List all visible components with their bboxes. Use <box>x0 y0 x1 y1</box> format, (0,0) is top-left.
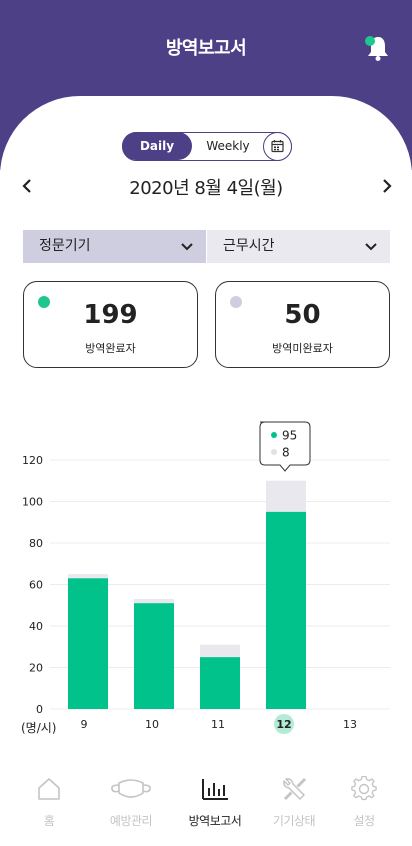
y-tick-label: 0 <box>36 703 43 716</box>
tooltip-completed-dot <box>271 432 277 438</box>
completed-label: 방역완료자 <box>85 342 136 355</box>
gear-icon <box>351 776 377 801</box>
home-icon <box>38 778 60 800</box>
completed-card[interactable]: 199 방역완료자 <box>23 281 198 368</box>
hourly-bar-chart: 0 20 40 60 80 100 120 9 10 11 12 13 (명/시) 95 8 <box>21 421 390 735</box>
y-tick-label: 60 <box>29 579 43 592</box>
tooltip-incomplete-value: 8 <box>282 446 290 460</box>
chevron-down-icon <box>181 243 193 251</box>
mask-icon <box>111 779 151 798</box>
tab-report-label: 방역보고서 <box>188 814 242 828</box>
device-select-value: 정문기기 <box>39 238 91 254</box>
x-tick-label: 9 <box>81 718 88 731</box>
bar-completed <box>266 511 306 709</box>
x-tick-label: 10 <box>145 718 159 731</box>
date-label: 2020년 8월 4일(월) <box>129 178 283 199</box>
weekly-tab[interactable]: Weekly <box>195 133 261 159</box>
bar-incomplete <box>134 599 174 604</box>
tooltip-incomplete-dot <box>271 449 277 455</box>
y-tick-label: 80 <box>29 537 43 550</box>
x-tick-label: 12 <box>276 718 291 731</box>
tooltip-completed-value: 95 <box>282 429 297 443</box>
incomplete-card[interactable]: 50 방역미완료자 <box>215 281 390 368</box>
daily-tab[interactable]: Daily <box>122 132 192 160</box>
tools-icon <box>283 777 307 801</box>
tab-home-label: 홈 <box>43 814 55 828</box>
calendar-icon <box>271 140 284 153</box>
date-navigator: 2020년 8월 4일(월) <box>0 172 412 202</box>
bar-chart-icon <box>202 779 228 800</box>
y-tick-label: 20 <box>29 662 43 675</box>
bar-incomplete <box>200 644 240 658</box>
bar-completed <box>68 578 108 709</box>
view-toggle: Daily Weekly <box>122 132 292 161</box>
time-select[interactable]: 근무시간 <box>207 230 390 263</box>
tab-report[interactable]: 방역보고서 <box>174 766 256 846</box>
chevron-right-icon[interactable] <box>377 176 397 196</box>
calendar-button[interactable] <box>263 132 292 161</box>
x-tick-label: 11 <box>211 718 225 731</box>
chevron-down-icon <box>365 243 377 251</box>
bar-completed <box>134 603 174 709</box>
y-tick-label: 40 <box>29 620 43 633</box>
x-tick-label: 13 <box>343 718 357 731</box>
device-select[interactable]: 정문기기 <box>23 230 206 263</box>
bar-incomplete <box>266 480 306 512</box>
y-tick-label: 100 <box>22 496 43 509</box>
incomplete-label: 방역미완료자 <box>272 342 333 355</box>
page-title: 방역보고서 <box>165 38 247 59</box>
bar-completed <box>200 657 240 709</box>
incomplete-count: 50 <box>284 300 321 330</box>
bar-incomplete <box>68 574 108 579</box>
bottom-tab-bar: 홈 예방관리 방역보고서 기기상태 설정 <box>0 766 412 846</box>
y-tick-label: 120 <box>22 454 43 467</box>
completed-count: 199 <box>83 300 138 330</box>
tab-home[interactable]: 홈 <box>8 766 90 846</box>
tab-settings-label: 설정 <box>353 814 375 828</box>
time-select-value: 근무시간 <box>223 238 275 254</box>
notification-dot <box>365 36 375 46</box>
tab-prevention[interactable]: 예방관리 <box>90 766 172 846</box>
tab-settings[interactable]: 설정 <box>323 766 405 846</box>
x-axis-unit-label: (명/시) <box>21 721 57 735</box>
tab-prevention-label: 예방관리 <box>109 814 153 828</box>
